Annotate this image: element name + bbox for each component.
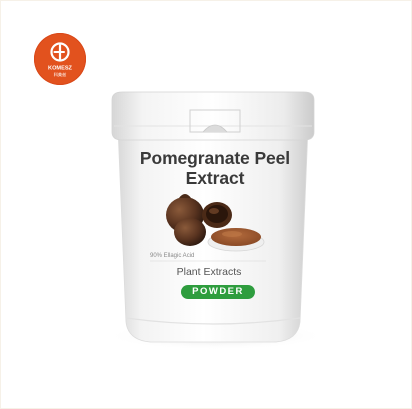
jar-illustration [106, 91, 326, 350]
product-spec: 90% Ellagic Acid [150, 253, 195, 259]
extract-powder-image [207, 228, 265, 252]
product-category: Plant Extracts [176, 266, 242, 278]
form-badge: POWDER [181, 285, 255, 299]
jar-lid [111, 91, 315, 141]
product-title: Pomegranate Peel Extract [139, 148, 291, 188]
product-image: KOMESZ 科美兹 Pomegranate Peel Extract 90% … [0, 0, 412, 409]
